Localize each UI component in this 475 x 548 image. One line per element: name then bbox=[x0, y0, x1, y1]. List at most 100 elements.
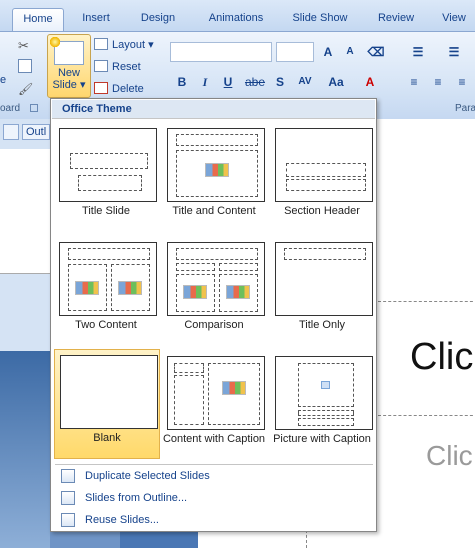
shadow-button[interactable]: S bbox=[270, 72, 290, 92]
font-color-button[interactable]: A bbox=[360, 72, 380, 92]
layout-label: Section Header bbox=[284, 205, 360, 217]
slide-subtitle-placeholder[interactable]: Clic bbox=[426, 440, 473, 472]
layout-thumbnail bbox=[60, 355, 158, 429]
shrink-font-button[interactable]: A bbox=[340, 42, 360, 62]
copy-icon[interactable] bbox=[18, 59, 32, 73]
picture-icon bbox=[321, 381, 330, 389]
title-placeholder bbox=[176, 248, 258, 260]
layout-section-header[interactable]: Section Header bbox=[270, 123, 376, 233]
layout-title-slide[interactable]: Title Slide bbox=[54, 123, 160, 233]
layout-label: Picture with Caption bbox=[273, 433, 371, 445]
font-size-combo[interactable] bbox=[276, 42, 314, 62]
content-icons bbox=[205, 163, 229, 177]
align-right-icon[interactable]: ≡ bbox=[452, 72, 472, 92]
layout-thumbnail bbox=[59, 242, 157, 316]
slides-pane[interactable] bbox=[0, 119, 50, 548]
change-case-button[interactable]: Aa bbox=[322, 72, 350, 92]
title-placeholder bbox=[174, 363, 204, 373]
bullets-icon[interactable]: ☰ bbox=[404, 42, 432, 62]
title-placeholder bbox=[176, 134, 258, 146]
tab-home[interactable]: Home bbox=[12, 8, 64, 31]
layout-picture-with-caption[interactable]: Picture with Caption bbox=[270, 351, 376, 461]
reuse-slides-command[interactable]: Reuse Slides... bbox=[55, 509, 375, 531]
title-placeholder bbox=[70, 153, 148, 169]
underline-button[interactable]: U bbox=[218, 72, 238, 92]
tab-review[interactable]: Review bbox=[372, 8, 420, 31]
character-spacing-button[interactable]: AV bbox=[292, 72, 318, 92]
slide-thumbnail[interactable] bbox=[0, 149, 50, 274]
dialog-launcher-icon[interactable] bbox=[30, 104, 38, 112]
tab-animations[interactable]: Animations bbox=[197, 8, 275, 31]
content-icons bbox=[75, 281, 99, 295]
paragraph-group-label: Para bbox=[455, 103, 475, 114]
subtitle-placeholder bbox=[78, 175, 142, 191]
slides-from-outline-command[interactable]: Slides from Outline... bbox=[55, 487, 375, 509]
layout-two-content[interactable]: Two Content bbox=[54, 237, 160, 347]
paste-label[interactable]: e bbox=[0, 74, 6, 86]
layout-label: Layout bbox=[112, 39, 146, 51]
command-label: Slides from Outline... bbox=[85, 492, 188, 504]
duplicate-selected-slides-command[interactable]: Duplicate Selected Slides bbox=[55, 465, 375, 487]
tab-design[interactable]: Design bbox=[132, 8, 184, 31]
slide-thumbnail-2[interactable] bbox=[0, 351, 50, 548]
layout-icon bbox=[94, 38, 108, 50]
layout-thumbnail bbox=[275, 242, 373, 316]
tab-insert[interactable]: Insert bbox=[70, 8, 122, 31]
duplicate-slides-icon bbox=[61, 469, 75, 483]
reset-icon bbox=[94, 60, 108, 72]
layout-label: Title Slide bbox=[82, 205, 130, 217]
content-icons bbox=[118, 281, 142, 295]
layout-comparison[interactable]: Comparison bbox=[162, 237, 268, 347]
title-placeholder-border bbox=[378, 301, 475, 302]
layout-thumbnail bbox=[167, 128, 265, 202]
tab-slides[interactable] bbox=[3, 124, 19, 140]
layout-blank[interactable]: Blank bbox=[54, 349, 160, 459]
layout-label: Title and Content bbox=[172, 205, 256, 217]
numbering-icon[interactable]: ☰ bbox=[440, 42, 468, 62]
layout-title-only[interactable]: Title Only bbox=[270, 237, 376, 347]
cut-icon[interactable]: ✂ bbox=[18, 38, 32, 53]
strikethrough-button[interactable]: abe bbox=[242, 72, 268, 92]
reuse-slides-icon bbox=[61, 513, 75, 527]
italic-button[interactable]: I bbox=[195, 72, 215, 92]
caption-placeholder bbox=[298, 418, 354, 426]
layout-title-and-content[interactable]: Title and Content bbox=[162, 123, 268, 233]
reset-label: Reset bbox=[112, 61, 141, 73]
layout-thumbnail bbox=[275, 356, 373, 430]
title-placeholder bbox=[284, 248, 366, 260]
gallery-heading: Office Theme bbox=[52, 100, 375, 119]
layout-label: Comparison bbox=[184, 319, 244, 331]
content-icons bbox=[226, 285, 250, 299]
title-placeholder bbox=[286, 163, 366, 177]
tab-view[interactable]: View bbox=[436, 8, 472, 31]
tab-slide-show[interactable]: Slide Show bbox=[285, 8, 355, 31]
title-placeholder bbox=[298, 410, 354, 416]
ribbon-tab-bar: Home Insert Design Animations Slide Show… bbox=[0, 0, 475, 31]
new-slide-button[interactable]: New Slide ▾ bbox=[47, 34, 91, 98]
new-slide-label-2: Slide ▾ bbox=[52, 79, 86, 91]
new-slide-gallery: Office Theme Title Slide Title and Conte… bbox=[50, 98, 377, 532]
delete-button[interactable]: Delete bbox=[94, 79, 144, 99]
layout-thumbnail bbox=[59, 128, 157, 202]
reset-button[interactable]: Reset bbox=[94, 57, 141, 77]
new-slide-label: New bbox=[57, 67, 80, 79]
tab-outline[interactable]: Outl bbox=[22, 124, 50, 140]
layout-thumbnail bbox=[275, 128, 373, 202]
delete-label: Delete bbox=[112, 83, 144, 95]
grow-font-button[interactable]: A bbox=[318, 42, 338, 62]
font-name-combo[interactable] bbox=[170, 42, 272, 62]
title-placeholder-border-bottom bbox=[378, 415, 475, 416]
layout-thumbnail bbox=[167, 356, 265, 430]
new-slide-icon bbox=[49, 36, 84, 65]
delete-icon bbox=[94, 82, 108, 94]
command-label: Duplicate Selected Slides bbox=[85, 470, 210, 482]
layout-button[interactable]: Layout ▾ bbox=[94, 35, 154, 55]
layout-content-with-caption[interactable]: Content with Caption bbox=[162, 351, 268, 461]
clear-formatting-icon[interactable]: ⌫ bbox=[366, 42, 386, 62]
bold-button[interactable]: B bbox=[172, 72, 192, 92]
align-center-icon[interactable]: ≡ bbox=[428, 72, 448, 92]
layout-label: Two Content bbox=[75, 319, 137, 331]
align-left-icon[interactable]: ≡ bbox=[404, 72, 424, 92]
format-painter-icon[interactable]: 🖌 bbox=[18, 82, 33, 96]
slide-title-placeholder[interactable]: Clic bbox=[410, 336, 473, 379]
